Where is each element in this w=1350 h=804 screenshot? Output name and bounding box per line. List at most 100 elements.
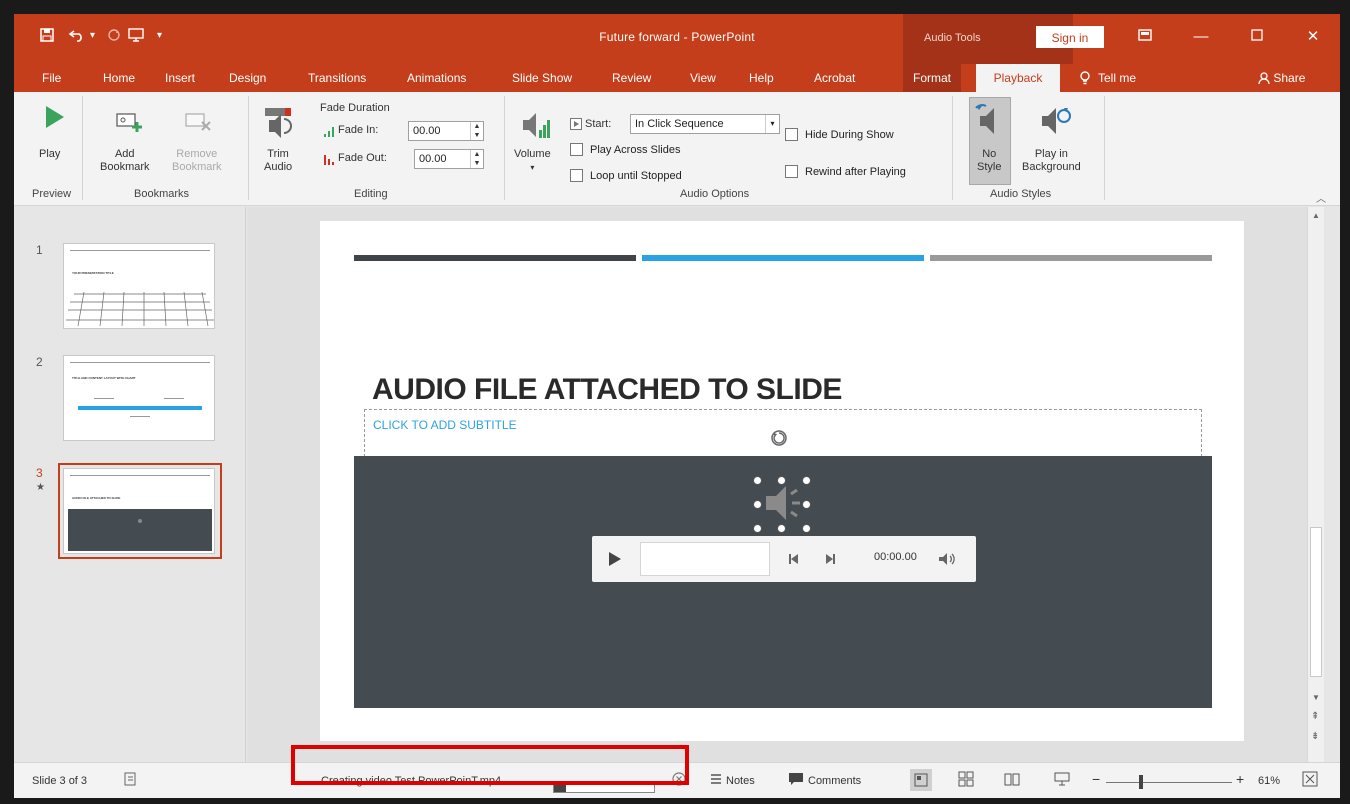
seek-forward-icon[interactable]: [824, 553, 836, 568]
slide-thumbnail-3[interactable]: AUDIO FILE ATTACHED TO SLIDE: [63, 468, 215, 554]
maximize-icon[interactable]: [1246, 26, 1268, 48]
current-slide[interactable]: AUDIO FILE ATTACHED TO SLIDE CLICK TO AD…: [320, 221, 1244, 741]
tab-animations[interactable]: Animations: [407, 71, 466, 85]
group-label-audio-styles: Audio Styles: [990, 188, 1052, 200]
vertical-scrollbar[interactable]: ▲ ▼ ⇞ ⇟: [1307, 207, 1324, 762]
volume-icon[interactable]: [520, 108, 550, 145]
trim-audio-button[interactable]: Trim Audio: [264, 148, 292, 174]
close-icon[interactable]: ✕: [1302, 26, 1324, 48]
scrollbar-thumb[interactable]: [1310, 527, 1322, 677]
previous-slide-icon[interactable]: ⇞: [1311, 711, 1319, 722]
tab-insert[interactable]: Insert: [165, 71, 195, 85]
comments-icon[interactable]: [788, 772, 804, 789]
tab-format[interactable]: Format: [903, 64, 962, 92]
slide-sorter-view-icon[interactable]: [958, 771, 974, 790]
start-dropdown[interactable]: In Click Sequence ▾: [630, 114, 780, 134]
play-across-slides-checkbox[interactable]: [570, 143, 583, 156]
resize-handle[interactable]: [802, 500, 811, 509]
share-button[interactable]: Share: [1258, 71, 1305, 85]
slide-thumbnail-2[interactable]: TITLE AND CONTENT LAYOUT WITH CHART: [63, 355, 215, 441]
zoom-in-icon[interactable]: +: [1236, 771, 1244, 787]
resize-handle[interactable]: [753, 500, 762, 509]
fit-slide-icon[interactable]: [1302, 771, 1318, 790]
slide-title[interactable]: AUDIO FILE ATTACHED TO SLIDE: [372, 373, 842, 407]
resize-handle[interactable]: [802, 476, 811, 485]
zoom-level[interactable]: 61%: [1258, 775, 1280, 787]
tab-help[interactable]: Help: [749, 71, 774, 85]
thumbnail-number: 3: [36, 466, 43, 480]
fade-in-spinner[interactable]: 00.00 ▲ ▼: [408, 121, 484, 141]
audio-progress-track[interactable]: [640, 542, 770, 576]
tab-view[interactable]: View: [690, 71, 716, 85]
start-label: Start:: [585, 118, 612, 130]
tab-review[interactable]: Review: [612, 71, 651, 85]
no-style-icon[interactable]: [974, 104, 1004, 141]
fade-duration-label: Fade Duration: [320, 102, 390, 114]
scroll-down-icon[interactable]: ▼: [1312, 693, 1320, 702]
tab-design[interactable]: Design: [229, 71, 266, 85]
tab-playback[interactable]: Playback: [976, 64, 1060, 92]
spinner-arrows-icon[interactable]: ▲ ▼: [470, 122, 483, 140]
notes-icon[interactable]: [710, 772, 722, 789]
scroll-up-icon[interactable]: ▲: [1312, 211, 1320, 220]
share-label: Share: [1273, 71, 1306, 85]
no-style-line1: No: [982, 148, 997, 160]
reading-view-icon[interactable]: [1004, 771, 1020, 790]
fade-in-value: 00.00: [413, 125, 441, 137]
normal-view-icon[interactable]: [910, 769, 932, 791]
zoom-slider-knob[interactable]: [1139, 775, 1143, 789]
tell-me-search[interactable]: Tell me: [1098, 71, 1136, 85]
loop-until-stopped-checkbox[interactable]: [570, 169, 583, 182]
rewind-after-playing-checkbox[interactable]: [785, 165, 798, 178]
comments-button[interactable]: Comments: [808, 775, 861, 787]
person-icon: [1258, 71, 1273, 85]
fade-out-spinner[interactable]: 00.00 ▲ ▼: [414, 149, 484, 169]
player-volume-icon[interactable]: [938, 552, 956, 569]
tab-acrobat[interactable]: Acrobat: [814, 71, 855, 85]
no-style-button[interactable]: No Style: [977, 148, 1001, 174]
volume-button[interactable]: Volume ▾: [514, 148, 551, 174]
resize-handle[interactable]: [753, 476, 762, 485]
chevron-down-icon[interactable]: ▾: [765, 115, 779, 133]
trim-audio-icon[interactable]: [263, 106, 293, 143]
remove-bookmark-button[interactable]: Remove Bookmark: [172, 148, 222, 174]
resize-handle[interactable]: [802, 524, 811, 533]
audio-time-readout: 00:00.00: [874, 551, 917, 563]
slide-thumbnail-1[interactable]: YOUR PRESENTATION TITLE: [63, 243, 215, 329]
rotate-handle-icon[interactable]: [769, 428, 789, 451]
tab-file[interactable]: File: [42, 71, 61, 85]
slide-show-view-icon[interactable]: [1054, 771, 1070, 790]
collapse-ribbon-icon[interactable]: ︿: [1316, 190, 1326, 205]
spelling-check-icon[interactable]: [124, 772, 138, 789]
audio-player-controls: 00:00.00: [592, 536, 976, 582]
tab-transitions[interactable]: Transitions: [308, 71, 366, 85]
notes-button[interactable]: Notes: [726, 775, 755, 787]
resize-handle[interactable]: [777, 524, 786, 533]
add-bookmark-icon[interactable]: [115, 112, 143, 137]
play-in-background-button[interactable]: Play in Background: [1022, 148, 1081, 174]
tab-slide-show[interactable]: Slide Show: [512, 71, 572, 85]
start-value: In Click Sequence: [635, 118, 724, 130]
resize-handle[interactable]: [777, 476, 786, 485]
zoom-slider-track[interactable]: [1106, 782, 1232, 783]
player-play-icon[interactable]: [608, 551, 622, 570]
group-label-bookmarks: Bookmarks: [134, 188, 190, 200]
next-slide-icon[interactable]: ⇟: [1311, 731, 1319, 742]
play-button[interactable]: Play: [39, 148, 60, 161]
remove-bookmark-line1: Remove: [176, 148, 218, 160]
sign-in-button[interactable]: Sign in: [1036, 26, 1104, 48]
remove-bookmark-icon[interactable]: [184, 112, 212, 137]
play-in-background-icon[interactable]: [1038, 104, 1072, 141]
group-label-editing: Editing: [354, 188, 388, 200]
seek-back-icon[interactable]: [788, 553, 800, 568]
hide-during-show-checkbox[interactable]: [785, 128, 798, 141]
spinner-arrows-icon[interactable]: ▲ ▼: [470, 150, 483, 168]
play-icon[interactable]: [44, 104, 66, 133]
tab-home[interactable]: Home: [103, 71, 135, 85]
minimize-icon[interactable]: —: [1190, 26, 1212, 48]
ribbon-tabs: File Home Insert Design Transitions Anim…: [14, 64, 1340, 92]
ribbon-display-icon[interactable]: [1134, 26, 1156, 48]
zoom-out-icon[interactable]: −: [1092, 771, 1100, 787]
add-bookmark-button[interactable]: Add Bookmark: [100, 148, 150, 174]
resize-handle[interactable]: [753, 524, 762, 533]
